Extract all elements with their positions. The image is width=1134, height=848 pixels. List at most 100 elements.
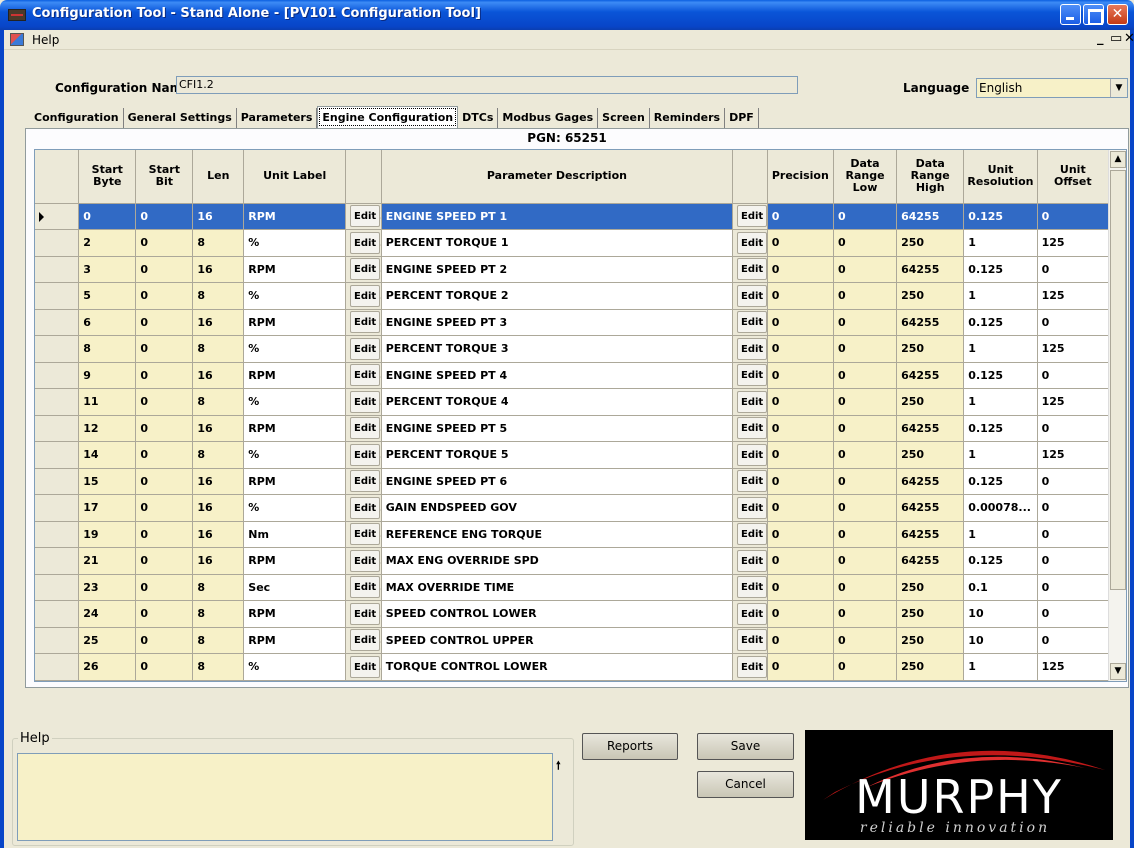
help-text-box[interactable] (17, 753, 553, 841)
configuration-name-field[interactable]: CFI1.2 (176, 76, 798, 94)
edit-button-label[interactable]: Edit (737, 576, 767, 599)
start-byte-cell[interactable]: 3 (78, 256, 137, 283)
table-row[interactable]: 19 0 16 Nm Edit REFERENCE ENG TORQUE Edit 0 0 642… (35, 521, 1110, 548)
start-byte-cell[interactable]: 21 (78, 547, 137, 575)
start-byte-cell[interactable]: 8 (78, 335, 137, 363)
unit-offset-cell[interactable]: 125 (1037, 282, 1110, 310)
start-bit-cell[interactable]: 0 (135, 494, 194, 522)
row-header[interactable] (35, 521, 80, 548)
table-row[interactable]: 2 0 8% Edit PERCENT TORQUE 1 Edit 0 0 250 1 125 (35, 229, 1110, 257)
row-header[interactable] (35, 468, 80, 495)
len-cell[interactable]: 16 (192, 362, 245, 389)
data-range-low-cell[interactable]: 0 (833, 362, 898, 389)
edit-description-button[interactable]: Edit (732, 521, 768, 548)
unit-offset-cell[interactable]: 0 (1037, 362, 1110, 389)
table-row[interactable]: 17 0 16% Edit GAIN ENDSPEED GOV Edit 0 0 64255 0.… (35, 494, 1110, 522)
unit-resolution-cell[interactable]: 0.00078... (963, 494, 1038, 522)
parameter-description-cell[interactable]: MAX ENG OVERRIDE SPD (381, 547, 734, 575)
edit-description-button[interactable]: Edit (732, 574, 768, 601)
data-range-low-cell[interactable]: 0 (833, 521, 898, 548)
precision-cell[interactable]: 0 (767, 600, 834, 628)
unit-resolution-cell[interactable]: 1 (963, 388, 1038, 416)
precision-cell[interactable]: 0 (767, 388, 834, 416)
parameter-description-cell[interactable]: REFERENCE ENG TORQUE (381, 521, 734, 548)
tab-configuration[interactable]: Configuration (30, 108, 124, 128)
len-cell[interactable]: 8 (192, 335, 245, 363)
table-row[interactable]: 3 0 16 RPM Edit ENGINE SPEED PT 2 Edit 0 0 64255 0… (35, 256, 1110, 283)
row-header[interactable] (35, 653, 80, 681)
start-byte-cell[interactable]: 25 (78, 627, 137, 654)
data-range-low-cell[interactable]: 0 (833, 229, 898, 257)
row-header[interactable] (35, 203, 80, 230)
column-header[interactable]: Data Range High (896, 150, 965, 204)
unit-label-cell[interactable]: RPM (243, 627, 347, 654)
edit-description-button[interactable]: Edit (732, 441, 768, 469)
start-bit-cell[interactable]: 0 (135, 468, 194, 495)
table-row[interactable]: 26 0 8% Edit TORQUE CONTROL LOWER Edit 0 0 250 1 1… (35, 653, 1110, 681)
parameter-description-cell[interactable]: PERCENT TORQUE 5 (381, 441, 734, 469)
precision-cell[interactable]: 0 (767, 203, 834, 230)
unit-label-cell[interactable]: % (243, 282, 347, 310)
data-range-low-cell[interactable]: 0 (833, 547, 898, 575)
tab-general-settings[interactable]: General Settings (124, 108, 237, 128)
row-header[interactable] (35, 335, 80, 363)
unit-resolution-cell[interactable]: 0.125 (963, 415, 1038, 442)
edit-button-label[interactable]: Edit (350, 470, 381, 493)
unit-offset-cell[interactable]: 0 (1037, 203, 1110, 230)
table-row[interactable]: 8 0 8% Edit PERCENT TORQUE 3 Edit 0 0 250 1 125 (35, 335, 1110, 363)
start-bit-cell[interactable]: 0 (135, 653, 194, 681)
data-range-low-cell[interactable]: 0 (833, 388, 898, 416)
edit-unit-button[interactable]: Edit (345, 627, 382, 654)
len-cell[interactable]: 8 (192, 441, 245, 469)
table-row[interactable]: 23 0 8 Sec Edit MAX OVERRIDE TIME Edit 0 0 250 0.1… (35, 574, 1110, 601)
len-cell[interactable]: 8 (192, 653, 245, 681)
table-row[interactable]: 15 0 16 RPM Edit ENGINE SPEED PT 6 Edit 0 0 64255… (35, 468, 1110, 495)
len-cell[interactable]: 16 (192, 494, 245, 522)
data-range-low-cell[interactable]: 0 (833, 282, 898, 310)
start-bit-cell[interactable]: 0 (135, 256, 194, 283)
edit-button-label[interactable]: Edit (350, 417, 381, 440)
unit-label-cell[interactable]: RPM (243, 309, 347, 336)
save-button[interactable]: Save (697, 733, 794, 760)
unit-label-cell[interactable]: % (243, 494, 347, 522)
tab-screen[interactable]: Screen (598, 108, 650, 128)
edit-unit-button[interactable]: Edit (345, 441, 382, 469)
data-range-high-cell[interactable]: 250 (896, 574, 965, 601)
data-range-high-cell[interactable]: 250 (896, 441, 965, 469)
data-range-low-cell[interactable]: 0 (833, 468, 898, 495)
unit-label-cell[interactable]: RPM (243, 362, 347, 389)
row-header[interactable] (35, 282, 80, 310)
data-range-high-cell[interactable]: 64255 (896, 415, 965, 442)
len-cell[interactable]: 16 (192, 547, 245, 575)
edit-unit-button[interactable]: Edit (345, 415, 382, 442)
unit-offset-cell[interactable]: 0 (1037, 627, 1110, 654)
row-header[interactable] (35, 309, 80, 336)
parameter-description-cell[interactable]: ENGINE SPEED PT 1 (381, 203, 734, 230)
edit-unit-button[interactable]: Edit (345, 547, 382, 575)
edit-button-label[interactable]: Edit (737, 523, 767, 546)
start-byte-cell[interactable]: 15 (78, 468, 137, 495)
edit-button-label[interactable]: Edit (350, 629, 381, 652)
arrow-up-icon[interactable]: 🠕 (556, 757, 561, 776)
unit-label-cell[interactable]: Sec (243, 574, 347, 601)
edit-button-label[interactable]: Edit (737, 496, 767, 519)
chevron-down-icon[interactable]: ▼ (1110, 79, 1127, 97)
unit-label-cell[interactable]: RPM (243, 600, 347, 628)
precision-cell[interactable]: 0 (767, 494, 834, 522)
len-cell[interactable]: 16 (192, 521, 245, 548)
precision-cell[interactable]: 0 (767, 282, 834, 310)
len-cell[interactable]: 8 (192, 229, 245, 257)
start-bit-cell[interactable]: 0 (135, 415, 194, 442)
edit-unit-button[interactable]: Edit (345, 362, 382, 389)
unit-label-cell[interactable]: RPM (243, 203, 347, 230)
data-range-high-cell[interactable]: 250 (896, 335, 965, 363)
start-bit-cell[interactable]: 0 (135, 229, 194, 257)
cancel-button[interactable]: Cancel (697, 771, 794, 798)
parameter-description-cell[interactable]: ENGINE SPEED PT 4 (381, 362, 734, 389)
precision-cell[interactable]: 0 (767, 441, 834, 469)
len-cell[interactable]: 16 (192, 415, 245, 442)
unit-resolution-cell[interactable]: 1 (963, 282, 1038, 310)
edit-description-button[interactable]: Edit (732, 362, 768, 389)
start-bit-cell[interactable]: 0 (135, 627, 194, 654)
edit-unit-button[interactable]: Edit (345, 494, 382, 522)
